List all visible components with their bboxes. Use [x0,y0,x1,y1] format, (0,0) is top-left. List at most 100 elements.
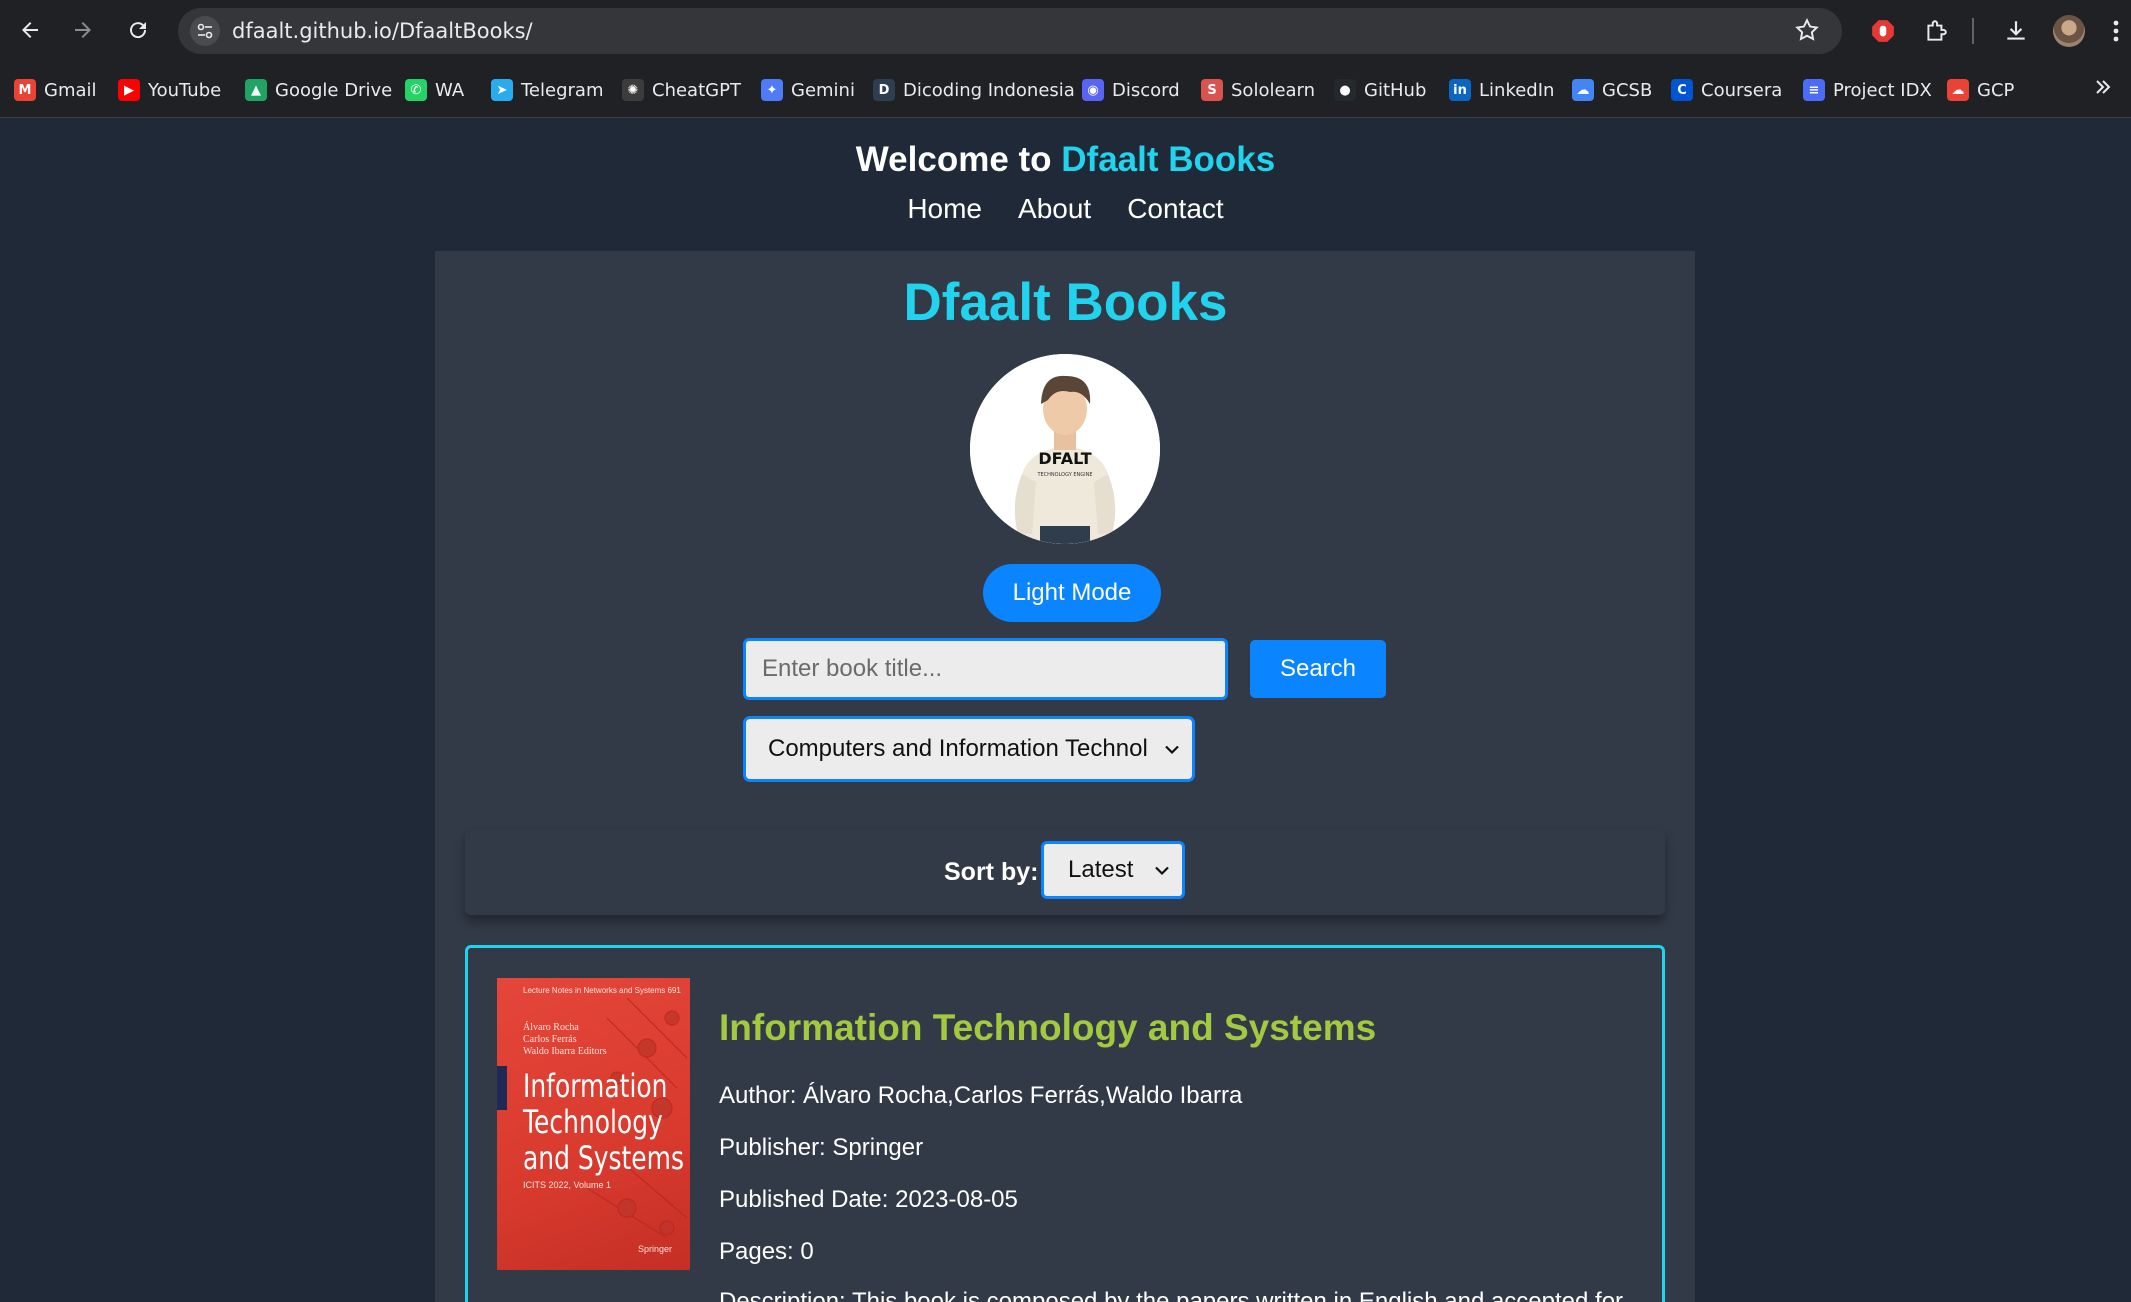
gmail-icon: M [14,79,36,101]
gcp-icon: ☁ [1947,79,1969,101]
bookmarks-bar: M Gmail ▶ YouTube ▲ Google Drive ✆ WA ➤ Telegram ✺… [0,62,2131,118]
category-selected-value: Computers and Information Technology [768,735,1148,762]
sololearn-icon: S [1201,79,1223,101]
book-published-date: Published Date: 2023-08-05 [719,1186,1018,1213]
light-mode-toggle-button[interactable]: Light Mode [983,564,1161,622]
page-title: Dfaalt Books [903,273,1228,332]
forward-arrow-icon [75,22,91,38]
book-cover-image: Lecture Notes in Networks and Systems 69… [497,978,690,1270]
nav-about-link[interactable]: About [1018,193,1091,225]
sort-select[interactable]: Latest [1041,841,1185,899]
adblock-extension-icon[interactable] [1864,12,1902,50]
book-publisher: Publisher: Springer [719,1134,924,1161]
bookmark-label: GCP [1977,79,2015,101]
sort-label: Sort by: [944,858,1039,886]
bookmark-label: Google Drive [275,79,393,101]
welcome-text: Welcome to [855,140,1052,179]
bookmark-label: WA [435,79,465,101]
chevron-down-icon [1154,860,1170,881]
bookmark-label: Coursera [1701,79,1783,101]
reload-icon [130,22,147,39]
discord-icon: ◉ [1082,79,1104,101]
extensions-puzzle-icon[interactable] [1917,12,1955,50]
reload-button[interactable] [118,10,158,50]
nav-home-link[interactable]: Home [907,193,982,225]
bookmark-label: YouTube [148,79,222,101]
svg-text:DFALT: DFALT [1038,449,1091,468]
bookmark-gemini[interactable]: ✦ Gemini [761,76,855,104]
bookmark-project-idx[interactable]: ≡ Project IDX [1803,76,1932,104]
bookmark-google-drive[interactable]: ▲ Google Drive [245,76,392,104]
bookmark-dicoding-indonesia[interactable]: D Dicoding Indonesia [873,76,1075,104]
search-button[interactable]: Search [1250,640,1386,698]
forward-button[interactable] [63,10,103,50]
bookmark-telegram[interactable]: ➤ Telegram [491,76,603,104]
bookmark-youtube[interactable]: ▶ YouTube [118,76,221,104]
profile-avatar-image: DFALT TECHNOLOGY ENGINE [970,354,1160,544]
bookmark-label: Project IDX [1833,79,1932,101]
book-description: Description: This book is composed by th… [719,1288,1624,1302]
category-select[interactable]: Computers and Information Technology [743,716,1195,782]
coursera-icon: C [1671,79,1693,101]
main-nav: Home About Contact [0,193,2131,225]
more-bookmarks-chevron-icon[interactable] [2084,68,2122,106]
downloads-icon[interactable] [1997,12,2035,50]
chatgpt-icon: ✺ [622,79,644,101]
bookmark-label: GCSB [1602,79,1653,101]
bookmark-label: GitHub [1364,79,1427,101]
book-search-input[interactable] [743,638,1228,700]
chevron-down-icon [1164,739,1180,760]
bookmark-gmail[interactable]: M Gmail [14,76,97,104]
cover-title: Information Technology and Systems [523,1067,684,1177]
svg-text:TECHNOLOGY ENGINE: TECHNOLOGY ENGINE [1036,472,1092,478]
toolbar-divider [1972,18,1974,44]
cover-accent-bar [497,1066,507,1110]
gemini-icon: ✦ [761,79,783,101]
bookmark-label: Discord [1112,79,1180,101]
url-text[interactable]: dfaalt.github.io/DfaaltBooks/ [232,19,533,43]
bookmark-star-icon[interactable] [1794,17,1820,48]
google-drive-icon: ▲ [245,79,267,101]
bookmark-sololearn[interactable]: S Sololearn [1201,76,1315,104]
google-cloud-icon: ☁ [1572,79,1594,101]
book-title[interactable]: Information Technology and Systems [719,1007,1376,1049]
menu-kebab-icon[interactable] [2101,12,2131,50]
sort-selected-value: Latest [1068,856,1134,883]
bookmark-label: Telegram [521,79,604,101]
book-author: Author: Álvaro Rocha,Carlos Ferrás,Waldo… [719,1082,1243,1109]
bookmark-discord[interactable]: ◉ Discord [1082,76,1180,104]
cover-publisher: Springer [637,1244,672,1254]
bookmark-label: Dicoding Indonesia [903,79,1075,101]
back-button[interactable] [10,10,50,50]
back-arrow-icon [22,22,38,38]
book-pages: Pages: 0 [719,1238,814,1265]
bookmark-linkedin[interactable]: in LinkedIn [1449,76,1554,104]
bookmark-github[interactable]: ● GitHub [1334,76,1426,104]
address-bar[interactable]: dfaalt.github.io/DfaaltBooks/ [178,8,1842,54]
site-info-icon[interactable] [190,16,220,46]
bookmark-gcsb[interactable]: ☁ GCSB [1572,76,1652,104]
whatsapp-icon: ✆ [405,79,427,101]
bookmark-coursera[interactable]: C Coursera [1671,76,1782,104]
github-icon: ● [1334,79,1356,101]
bookmark-gcp[interactable]: ☁ GCP [1947,76,2014,104]
brand-name: Dfaalt Books [1061,140,1276,179]
project-idx-icon: ≡ [1803,79,1825,101]
youtube-icon: ▶ [118,79,140,101]
cover-series: Lecture Notes in Networks and Systems 69… [523,986,681,995]
bookmark-cheatgpt[interactable]: ✺ CheatGPT [622,76,741,104]
bookmark-label: Gemini [791,79,855,101]
telegram-icon: ➤ [491,79,513,101]
bookmark-label: LinkedIn [1479,79,1555,101]
welcome-heading: Welcome to Dfaalt Books [0,140,2131,180]
nav-contact-link[interactable]: Contact [1127,193,1224,225]
bookmark-label: CheatGPT [652,79,741,101]
profile-avatar-icon[interactable] [2053,15,2085,47]
bookmark-wa[interactable]: ✆ WA [405,76,464,104]
bookmark-label: Gmail [44,79,97,101]
bookmark-label: Sololearn [1231,79,1316,101]
linkedin-icon: in [1449,79,1471,101]
cover-editors: Álvaro Rocha Carlos Ferrás Waldo Ibarra … [523,1022,607,1057]
dicoding-icon: D [873,79,895,101]
cover-subtitle: ICITS 2022, Volume 1 [523,1180,612,1190]
